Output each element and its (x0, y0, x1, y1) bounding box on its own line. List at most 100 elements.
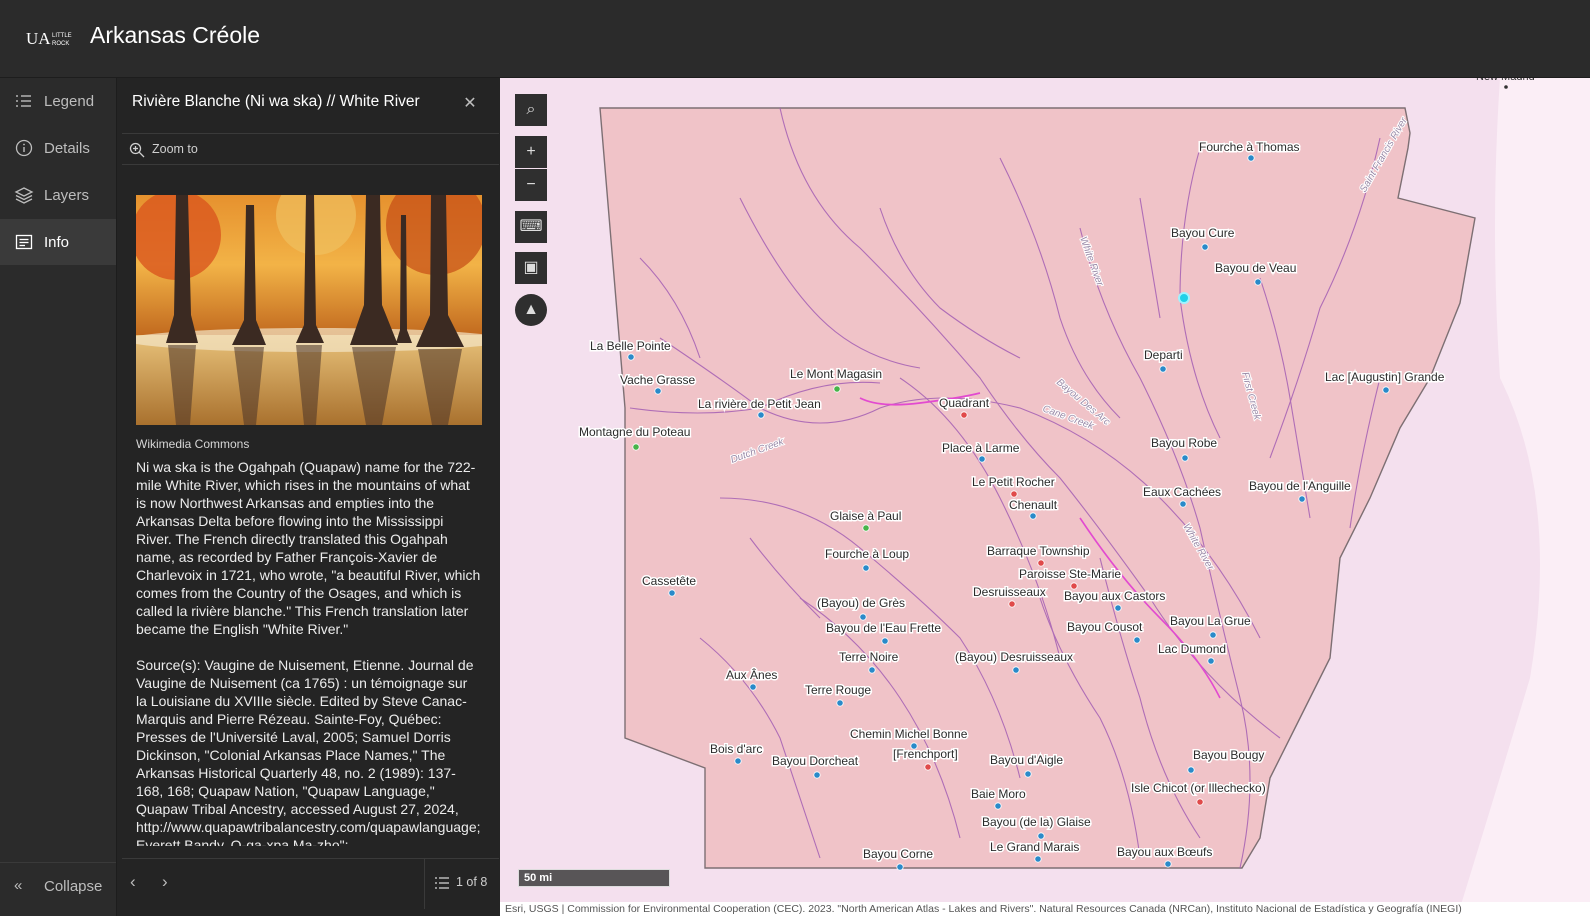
compass-icon: ▲ (523, 301, 539, 318)
place-point[interactable] (1179, 500, 1187, 508)
place-label: Terre Noire (839, 650, 899, 664)
place-label: Glaise à Paul (830, 509, 901, 523)
place-label: Le Petit Rocher (972, 475, 1055, 489)
place-label: Bayou d'Aigle (990, 753, 1063, 767)
zoom-out-button[interactable]: − (515, 169, 547, 201)
place-point[interactable] (1187, 766, 1195, 774)
place-point[interactable] (833, 385, 841, 393)
place-point[interactable] (749, 683, 757, 691)
place-point[interactable] (813, 771, 821, 779)
rail-item-legend[interactable]: Legend (0, 78, 116, 124)
description-text: Ni wa ska is the Ogahpah (Quapaw) name f… (136, 459, 481, 637)
place-point[interactable] (1196, 798, 1204, 806)
place-label: Place à Larme (942, 441, 1020, 455)
compass-button[interactable]: ▲ (515, 294, 547, 326)
place-point[interactable] (627, 353, 635, 361)
zoom-in-icon (129, 142, 145, 158)
svg-text:ROCK: ROCK (52, 41, 69, 47)
place-point[interactable] (1037, 559, 1045, 567)
place-point[interactable] (859, 613, 867, 621)
place-point[interactable] (1382, 386, 1390, 394)
place-point[interactable] (757, 411, 765, 419)
place-point[interactable] (734, 757, 742, 765)
place-point[interactable] (1029, 512, 1037, 520)
place-point[interactable] (881, 637, 889, 645)
place-point[interactable] (836, 699, 844, 707)
ualr-logo: UA LITTLE ROCK (26, 29, 72, 48)
place-point[interactable] (978, 455, 986, 463)
place-label: Bois d'arc (710, 742, 762, 756)
previous-feature-button[interactable]: ‹ (130, 872, 136, 892)
place-point[interactable] (1037, 832, 1045, 840)
place-label: Barraque Township (987, 544, 1090, 558)
place-point[interactable] (1181, 454, 1189, 462)
sources-text: Source(s): Vaugine de Nuisement, Etienne… (136, 657, 481, 846)
place-label: Departi (1144, 348, 1183, 362)
place-point[interactable] (896, 863, 904, 871)
zoom-in-button[interactable]: + (515, 136, 547, 168)
place-point[interactable] (1010, 490, 1018, 498)
place-label: Le Grand Marais (990, 840, 1079, 854)
place-label: Bayou (de la) Glaise (982, 815, 1091, 829)
place-point[interactable] (1024, 770, 1032, 778)
place-point[interactable] (862, 524, 870, 532)
feature-info-icon (15, 234, 33, 250)
svg-text:UA: UA (26, 29, 51, 48)
feature-list-icon[interactable] (434, 875, 450, 891)
place-label: Bayou Dorcheat (772, 754, 859, 768)
place-point[interactable] (1298, 495, 1306, 503)
rail-item-details[interactable]: Details (0, 125, 116, 171)
place-point[interactable] (960, 411, 968, 419)
place-point[interactable] (868, 666, 876, 674)
place-point[interactable] (1201, 243, 1209, 251)
map-canvas[interactable]: Fourche à Thomas Bayou Cure Bayou de Veau L… (500, 78, 1590, 908)
place-label: Isle Chicot (or Illechecko) (1131, 781, 1266, 795)
close-icon: ✕ (463, 95, 477, 112)
place-label: Cassetête (642, 574, 696, 588)
selected-feature-marker[interactable] (1178, 292, 1190, 304)
search-button[interactable]: ⌕ (515, 94, 547, 126)
place-label: Bayou aux Castors (1064, 589, 1165, 603)
zoom-to-button[interactable]: Zoom to (122, 133, 499, 165)
collapse-label: Collapse (44, 878, 103, 895)
place-label: Aux Ânes (726, 667, 777, 682)
map-attribution: Esri, USGS | Commission for Environmenta… (500, 902, 1590, 916)
place-label: Bayou Corne (863, 847, 933, 861)
next-feature-button[interactable]: › (162, 872, 168, 892)
place-point[interactable] (1133, 636, 1141, 644)
place-label: Bayou Cousot (1067, 620, 1143, 634)
place-point[interactable] (924, 763, 932, 771)
place-label: Bayou Bougy (1193, 748, 1264, 762)
place-point[interactable] (1164, 860, 1172, 868)
place-point[interactable] (1254, 278, 1262, 286)
keyboard-button[interactable]: ⌨ (515, 211, 547, 243)
feature-description[interactable]: Ni wa ska is the Ogahpah (Quapaw) name f… (136, 458, 482, 846)
app-header: UA LITTLE ROCK Arkansas Créole (0, 0, 1590, 78)
rail-item-info[interactable]: Info (0, 219, 116, 265)
place-point[interactable] (654, 387, 662, 395)
svg-text:LITTLE: LITTLE (52, 33, 72, 39)
place-label: Terre Rouge (805, 683, 871, 697)
place-point[interactable] (862, 564, 870, 572)
place-point[interactable] (1209, 631, 1217, 639)
place-point[interactable] (1008, 600, 1016, 608)
place-point[interactable] (632, 443, 640, 451)
place-point[interactable] (1247, 154, 1255, 162)
basemap-button[interactable]: ▣ (515, 252, 547, 284)
place-label: Lac [Augustin] Grande (1325, 370, 1445, 384)
collapse-button[interactable]: « Collapse (0, 862, 116, 909)
place-label: Eaux Cachées (1143, 485, 1221, 499)
place-point[interactable] (1034, 855, 1042, 863)
place-label: Chemin Michel Bonne (850, 727, 968, 741)
rail-item-layers[interactable]: Layers (0, 172, 116, 218)
place-point[interactable] (994, 802, 1002, 810)
close-button[interactable]: ✕ (460, 94, 480, 114)
place-point[interactable] (1207, 657, 1215, 665)
place-point[interactable] (1012, 666, 1020, 674)
map-view[interactable]: Fourche à Thomas Bayou Cure Bayou de Veau L… (500, 78, 1590, 908)
place-point[interactable] (1159, 365, 1167, 373)
place-point[interactable] (1114, 604, 1122, 612)
place-label: Chenault (1009, 498, 1058, 512)
divider (424, 859, 425, 909)
place-point[interactable] (668, 589, 676, 597)
